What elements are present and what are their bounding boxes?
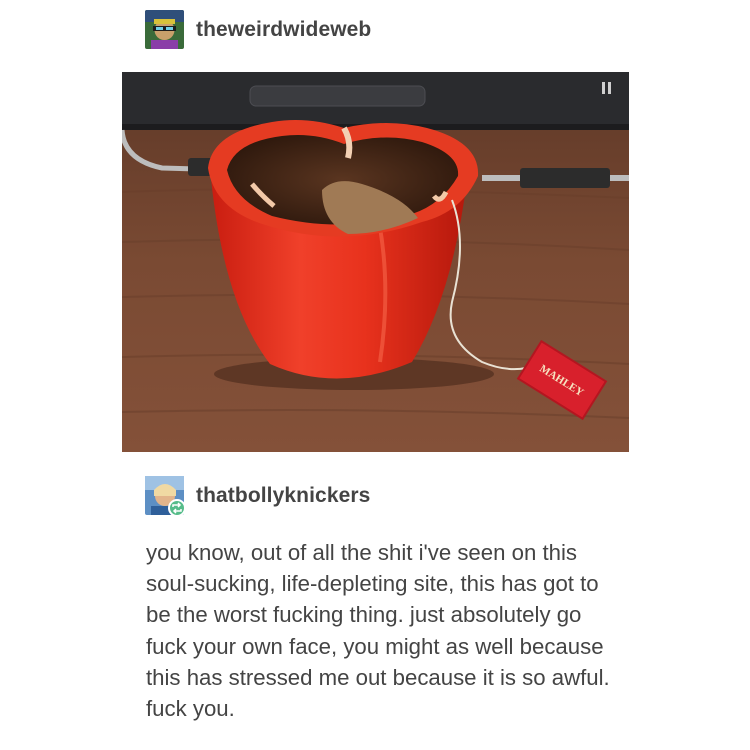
reblog-icon	[168, 499, 186, 517]
reblog-header: thatbollyknickers	[145, 476, 370, 517]
theweirdwideweb-avatar[interactable]	[145, 10, 184, 49]
reblog-comment: you know, out of all the shit i've seen …	[146, 540, 610, 722]
original-post-header: theweirdwideweb	[145, 10, 371, 49]
original-username[interactable]: theweirdwideweb	[196, 18, 371, 42]
user-avatar-icon	[145, 10, 184, 49]
pepper-tea-photo: MAHLEY	[122, 72, 629, 452]
post-photo: MAHLEY	[122, 72, 629, 452]
reblog-arrows-icon	[172, 502, 182, 514]
reblog-username[interactable]: thatbollyknickers	[196, 484, 370, 508]
thatbollyknickers-avatar[interactable]	[145, 476, 186, 517]
